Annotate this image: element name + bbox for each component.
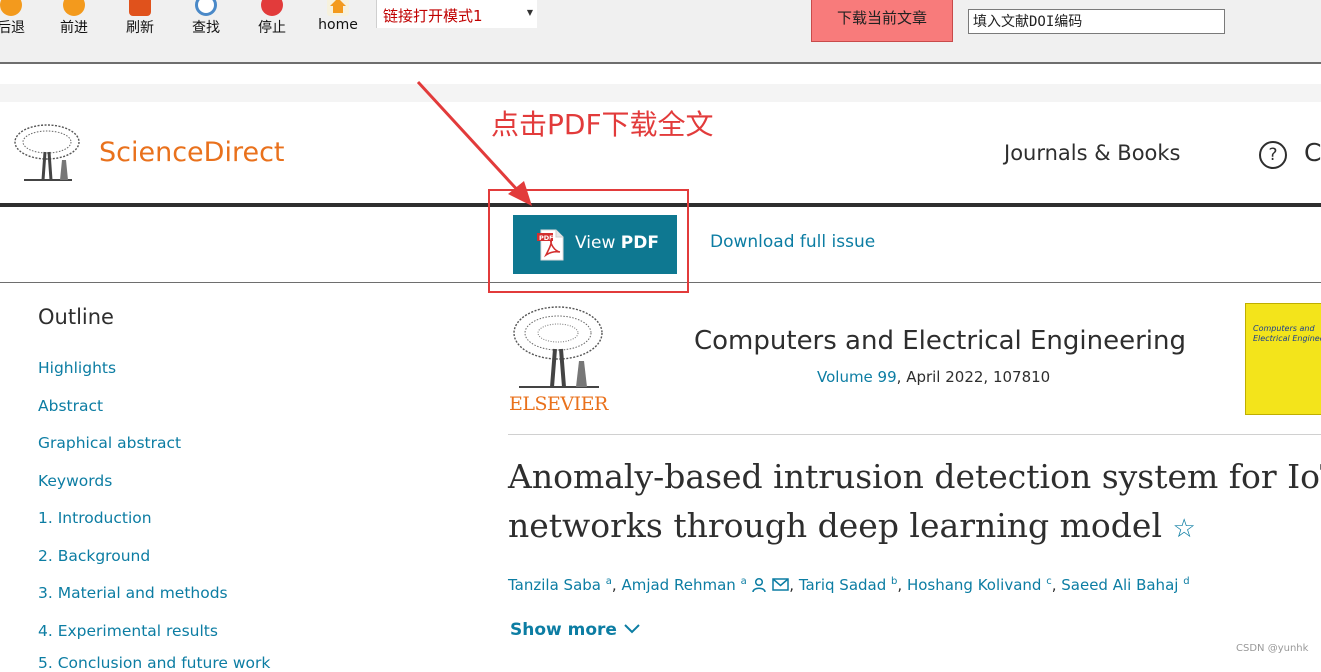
outline-title: Outline bbox=[38, 305, 114, 329]
refresh-icon bbox=[129, 0, 151, 16]
elsevier-tree-logo[interactable] bbox=[12, 122, 82, 184]
author-separator: , bbox=[1051, 576, 1062, 594]
forward-label: 前进 bbox=[60, 20, 88, 36]
dropdown-arrow-icon: ▼ bbox=[526, 8, 533, 17]
author-link[interactable]: Hoshang Kolivand c bbox=[907, 576, 1052, 594]
cover-title-line2: Electrical Engineering bbox=[1253, 334, 1321, 343]
author-link[interactable]: Tariq Sadad b bbox=[799, 576, 898, 594]
separator-strip bbox=[0, 84, 1321, 102]
elsevier-wordmark: ELSEVIER bbox=[509, 393, 608, 415]
home-icon bbox=[327, 0, 349, 16]
outline-item-background[interactable]: 2. Background bbox=[38, 547, 150, 565]
outline-item-highlights[interactable]: Highlights bbox=[38, 359, 116, 377]
outline-item-keywords[interactable]: Keywords bbox=[38, 472, 112, 490]
volume-line: Volume 99, April 2022, 107810 bbox=[817, 368, 1050, 386]
forward-icon bbox=[63, 0, 85, 16]
author-name: Amjad Rehman bbox=[621, 576, 736, 594]
find-icon bbox=[195, 0, 217, 16]
link-mode-select[interactable]: 链接打开模式1 ▼ bbox=[376, 0, 537, 28]
stop-icon bbox=[261, 0, 283, 16]
author-name: Hoshang Kolivand bbox=[906, 576, 1042, 594]
author-name: Tanzila Saba bbox=[508, 576, 601, 594]
link-mode-value: 链接打开模式1 bbox=[383, 7, 483, 25]
outline-item-material-methods[interactable]: 3. Material and methods bbox=[38, 584, 228, 602]
home-label: home bbox=[318, 17, 358, 33]
star-icon[interactable]: ☆ bbox=[1173, 514, 1196, 544]
toolbar: 后退 前进 刷新 查找 停止 home 链接打开模式1 ▼ 下载当前文章 bbox=[0, 0, 1321, 64]
annotation-highlight-box bbox=[488, 189, 689, 293]
back-label: 后退 bbox=[0, 20, 25, 36]
article-title-line2: networks through deep learning model bbox=[508, 506, 1163, 545]
back-button[interactable]: 后退 bbox=[0, 0, 40, 44]
outline-item-abstract[interactable]: Abstract bbox=[38, 397, 103, 415]
forward-button[interactable]: 前进 bbox=[45, 0, 103, 44]
author-link[interactable]: Amjad Rehman a bbox=[621, 576, 746, 594]
author-link[interactable]: Saeed Ali Bahaj d bbox=[1061, 576, 1189, 594]
mail-icon[interactable] bbox=[772, 576, 790, 594]
header-cut-text: C bbox=[1304, 138, 1321, 167]
outline-item-conclusion[interactable]: 5. Conclusion and future work bbox=[38, 654, 270, 672]
person-icon[interactable] bbox=[751, 576, 767, 594]
find-label: 查找 bbox=[192, 20, 220, 36]
article-title: Anomaly-based intrusion detection system… bbox=[508, 452, 1321, 554]
affiliation-sup: d bbox=[1183, 576, 1190, 587]
article-title-line1: Anomaly-based intrusion detection system… bbox=[508, 457, 1321, 496]
outline-item-introduction[interactable]: 1. Introduction bbox=[38, 509, 152, 527]
annotation-text: 点击PDF下载全文 bbox=[491, 108, 714, 141]
author-name: Saeed Ali Bahaj bbox=[1061, 576, 1179, 594]
journals-books-link[interactable]: Journals & Books bbox=[1004, 141, 1181, 165]
question-icon[interactable]: ? bbox=[1259, 141, 1287, 169]
stop-label: 停止 bbox=[258, 20, 286, 36]
doi-input[interactable] bbox=[968, 9, 1225, 34]
author-separator: , bbox=[789, 576, 799, 594]
chevron-down-icon bbox=[623, 620, 641, 640]
show-more-label: Show more bbox=[510, 620, 617, 640]
journal-cover-image[interactable]: Computers andElectrical Engineering bbox=[1245, 303, 1321, 415]
home-button[interactable]: home bbox=[309, 0, 367, 44]
sciencedirect-brand[interactable]: ScienceDirect bbox=[99, 137, 285, 168]
back-icon bbox=[0, 0, 22, 16]
author-list: Tanzila Saba a, Amjad Rehman a , Tariq S… bbox=[508, 576, 1190, 594]
outline-item-graphical-abstract[interactable]: Graphical abstract bbox=[38, 434, 181, 452]
show-more-button[interactable]: Show more bbox=[510, 620, 641, 640]
issue-date: , April 2022, 107810 bbox=[896, 368, 1051, 386]
cover-title-line1: Computers and bbox=[1253, 324, 1315, 333]
download-article-button[interactable]: 下载当前文章 bbox=[811, 0, 953, 42]
author-link[interactable]: Tanzila Saba a bbox=[508, 576, 612, 594]
refresh-button[interactable]: 刷新 bbox=[111, 0, 169, 44]
cover-title: Computers andElectrical Engineering bbox=[1253, 324, 1321, 344]
article-divider bbox=[508, 434, 1321, 435]
watermark-text: CSDN @yunhk bbox=[1236, 643, 1309, 654]
author-name: Tariq Sadad bbox=[798, 576, 887, 594]
download-full-issue-link[interactable]: Download full issue bbox=[710, 232, 875, 252]
journal-title-link[interactable]: Computers and Electrical Engineering bbox=[694, 326, 1186, 356]
author-separator: , bbox=[897, 576, 907, 594]
volume-link[interactable]: Volume 99 bbox=[817, 368, 897, 386]
affiliation-sup: a bbox=[740, 576, 747, 587]
stop-button[interactable]: 停止 bbox=[243, 0, 301, 44]
refresh-label: 刷新 bbox=[126, 20, 154, 36]
outline-item-experimental-results[interactable]: 4. Experimental results bbox=[38, 622, 218, 640]
find-button[interactable]: 查找 bbox=[177, 0, 235, 44]
